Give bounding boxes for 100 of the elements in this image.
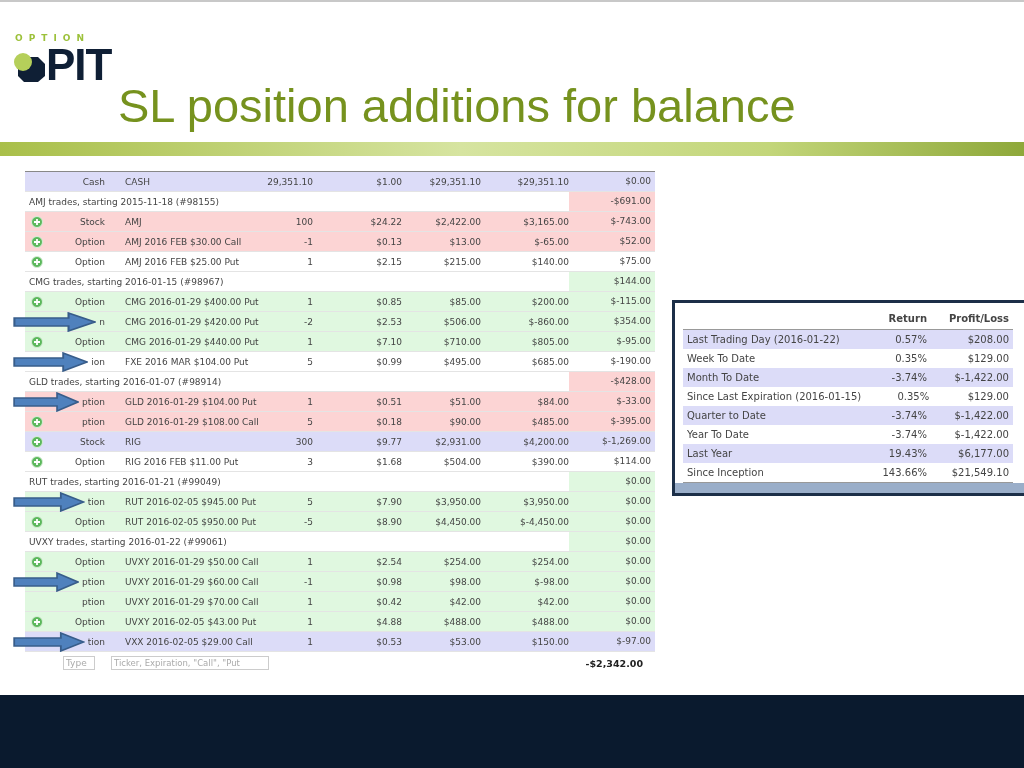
table-cell-text: $129.00: [966, 391, 1010, 402]
add-icon[interactable]: [31, 435, 43, 448]
table-cell-text: $488.00: [530, 616, 569, 627]
table-cell-text: Year To Date: [686, 429, 750, 440]
table-cell-text: $8.90: [375, 516, 402, 527]
add-icon[interactable]: [31, 555, 43, 568]
table-cell-text: $4,450.00: [434, 516, 481, 527]
table-cell-text: VXX 2016-02-05 $29.00 Call: [124, 636, 254, 647]
table-cell-text: $200.00: [530, 296, 569, 307]
table-cell-text: $3,950.00: [434, 496, 481, 507]
table-cell-text: $129.00: [966, 353, 1010, 364]
group-label: AMJ trades, starting 2015-11-18 (#98155): [28, 196, 220, 207]
table-cell-text: $29,351.10: [428, 176, 481, 187]
table-cell: Option: [74, 456, 105, 467]
table-cell-text: $140.00: [530, 256, 569, 267]
table-cell-text: $-115.00: [609, 295, 652, 308]
logo-text: PIT: [46, 47, 112, 83]
table-cell: Option: [74, 296, 105, 307]
table-cell-text: $2.15: [375, 256, 402, 267]
group-label: RUT trades, starting 2016-01-21 (#99049): [28, 476, 222, 487]
table-cell-text: Since Inception: [686, 467, 765, 478]
table-cell: Stock: [80, 436, 105, 447]
table-cell-text: 0.35%: [894, 353, 927, 364]
table-cell-text: $215.00: [442, 256, 481, 267]
column-header: Return: [887, 312, 927, 324]
add-icon[interactable]: [31, 335, 43, 348]
table-cell-text: $1.68: [375, 456, 402, 467]
table-cell-text: $1.00: [375, 176, 402, 187]
table-cell-text: $208.00: [966, 334, 1010, 345]
table-cell: $0.00: [569, 532, 655, 551]
table-cell: $0.00: [569, 472, 655, 491]
table-cell-text: $2.53: [375, 316, 402, 327]
table-cell: Option: [74, 616, 105, 627]
table-cell: -$691.00: [569, 192, 655, 211]
table-cell-text: $0.00: [624, 495, 652, 508]
table-cell-text: $805.00: [530, 336, 569, 347]
table-cell-text: Since Last Expiration (2016-01-15): [686, 391, 862, 402]
table-cell-text: $0.42: [375, 596, 402, 607]
table-cell-text: 0.35%: [896, 391, 930, 402]
table-cell-text: $98.00: [448, 576, 481, 587]
table-cell-text: 5: [306, 496, 313, 507]
table-cell: Option: [74, 256, 105, 267]
add-icon[interactable]: [31, 415, 43, 428]
type-field[interactable]: Type: [63, 656, 95, 670]
table-cell-text: $0.00: [624, 515, 652, 528]
table-cell-text: $4.88: [375, 616, 402, 627]
table-cell: ption: [82, 396, 105, 407]
ticker-field[interactable]: Ticker, Expiration, "Call", "Put: [111, 656, 269, 670]
table-cell-text: $51.00: [448, 396, 481, 407]
table-cell-text: RIG 2016 FEB $11.00 Put: [124, 456, 240, 467]
logo-text: OPTION: [15, 33, 90, 43]
group-label: UVXY trades, starting 2016-01-22 (#99061): [28, 536, 228, 547]
table-cell-text: $710.00: [442, 336, 481, 347]
table-cell-text: RUT 2016-02-05 $945.00 Put: [124, 496, 255, 507]
table-cell: Option: [74, 516, 105, 527]
table-cell: ption: [82, 416, 105, 427]
total-value: -$2,342.00: [585, 657, 643, 669]
table-cell-text: CASH: [124, 176, 151, 187]
table-cell-text: $-97.00: [615, 635, 652, 648]
table-cell-text: $0.00: [624, 555, 652, 568]
group-label: CMG trades, starting 2016-01-15 (#98967): [28, 276, 225, 287]
add-icon[interactable]: [31, 295, 43, 308]
table-cell-text: $114.00: [612, 455, 652, 468]
table-cell-text: $9.77: [375, 436, 402, 447]
add-icon[interactable]: [31, 255, 43, 268]
table-cell-text: $-190.00: [609, 355, 652, 368]
table-cell-text: $-1,269.00: [600, 435, 652, 448]
table-cell-text: $0.18: [375, 416, 402, 427]
table-cell-text: $685.00: [530, 356, 569, 367]
table-cell-text: $24.22: [369, 216, 402, 227]
table-cell-text: $-1,422.00: [953, 429, 1010, 440]
group-label: GLD trades, starting 2016-01-07 (#98914): [28, 376, 223, 387]
table-cell: ion: [91, 356, 105, 367]
table-cell-text: $0.51: [375, 396, 402, 407]
table-cell-text: $-33.00: [615, 395, 652, 408]
slide-title: SL position additions for balance: [118, 78, 796, 134]
table-cell-text: FXE 2016 MAR $104.00 Put: [124, 356, 250, 367]
table-cell-text: $354.00: [612, 315, 652, 328]
table-cell-text: $-743.00: [609, 215, 652, 228]
table-cell-text: Week To Date: [686, 353, 757, 364]
table-cell-text: -1: [303, 236, 313, 247]
add-icon[interactable]: [31, 215, 43, 228]
add-icon[interactable]: [31, 615, 43, 628]
table-cell-text: UVXY 2016-02-05 $43.00 Put: [124, 616, 255, 627]
table-cell-text: AMJ: [124, 216, 143, 227]
table-cell-text: $0.00: [624, 175, 652, 188]
add-icon[interactable]: [31, 515, 43, 528]
table-cell-text: 1: [306, 636, 313, 647]
table-cell-text: $0.85: [375, 296, 402, 307]
table-cell-text: $53.00: [448, 636, 481, 647]
table-cell-text: $506.00: [442, 316, 481, 327]
table-cell-text: $495.00: [442, 356, 481, 367]
table-cell-text: $85.00: [448, 296, 481, 307]
table-cell-text: 3: [306, 456, 313, 467]
add-icon[interactable]: [31, 455, 43, 468]
table-cell-text: -3.74%: [890, 429, 927, 440]
add-icon[interactable]: [31, 235, 43, 248]
table-cell: tion: [87, 496, 105, 507]
table-cell: Option: [74, 236, 105, 247]
table-cell: n: [99, 316, 105, 327]
